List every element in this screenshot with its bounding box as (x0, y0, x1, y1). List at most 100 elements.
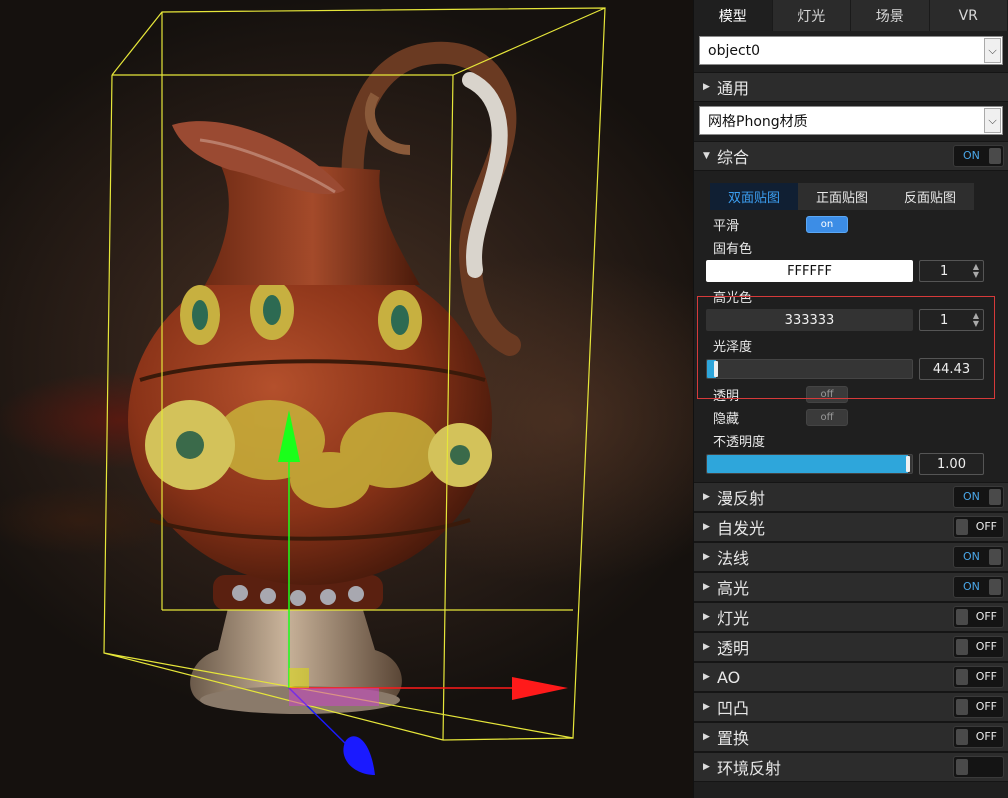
toggle-knob (956, 729, 968, 745)
specular-factor-input[interactable]: 1 ▲ ▼ (919, 309, 984, 331)
toggle-knob (956, 669, 968, 685)
section-ao[interactable]: ▶ AO OFF (694, 662, 1008, 692)
properties-panel: 模型 灯光 场景 VR object0 ⌵ ▶ 通用 网格Phong材质 ⌵ ▼… (693, 0, 1008, 798)
gloss-slider[interactable] (706, 359, 913, 379)
toggle-state: OFF (975, 520, 997, 533)
toggle-knob (956, 759, 968, 775)
toggle-knob (989, 148, 1001, 164)
composite-toggle[interactable]: ON (953, 145, 1004, 167)
section-composite[interactable]: ▼ 综合 ON (694, 141, 1008, 171)
subtab-back-side[interactable]: 反面贴图 (886, 183, 974, 210)
section-label: 凹凸 (717, 699, 750, 718)
main-tabs: 模型 灯光 场景 VR (694, 0, 1008, 31)
section-specular[interactable]: ▶ 高光 ON (694, 572, 1008, 602)
specular-color-row: 333333 1 ▲ ▼ (694, 308, 1008, 332)
specular-color-swatch[interactable]: 333333 (706, 309, 913, 331)
caret-right-icon: ▶ (703, 82, 710, 92)
section-bump[interactable]: ▶ 凹凸 OFF (694, 692, 1008, 722)
transparent-row: 透明 off (694, 383, 1008, 406)
gloss-row: 44.43 (694, 357, 1008, 381)
tab-light[interactable]: 灯光 (773, 0, 851, 31)
section-toggle[interactable]: OFF (953, 666, 1004, 688)
caret-right-icon: ▶ (703, 582, 710, 592)
section-toggle[interactable]: OFF (953, 696, 1004, 718)
gloss-slider-thumb[interactable] (714, 361, 718, 377)
opacity-slider[interactable] (706, 454, 913, 474)
caret-right-icon: ▶ (703, 642, 710, 652)
toggle-knob (989, 489, 1001, 505)
toggle-state: OFF (975, 670, 997, 683)
hidden-toggle[interactable]: off (806, 409, 848, 426)
opacity-slider-thumb[interactable] (906, 456, 910, 472)
caret-down-icon: ▼ (703, 151, 710, 161)
spinner-icon[interactable]: ▲ ▼ (973, 312, 979, 328)
specular-color-label-row: 高光色 (694, 285, 1008, 308)
3d-viewport[interactable] (0, 0, 693, 798)
section-toggle[interactable]: OFF (953, 516, 1004, 538)
composite-toggle-state: ON (963, 149, 980, 162)
section-toggle[interactable]: OFF (953, 636, 1004, 658)
section-normal[interactable]: ▶ 法线 ON (694, 542, 1008, 572)
material-select[interactable]: 网格Phong材质 ⌵ (699, 106, 1003, 135)
section-general[interactable]: ▶ 通用 (694, 72, 1008, 102)
caret-right-icon: ▶ (703, 702, 710, 712)
section-toggle[interactable] (953, 756, 1004, 778)
specular-factor-value: 1 (940, 312, 949, 328)
toggle-knob (989, 579, 1001, 595)
opacity-slider-fill (707, 455, 908, 473)
gloss-value-input[interactable]: 44.43 (919, 358, 984, 380)
section-toggle[interactable]: ON (953, 486, 1004, 508)
caret-right-icon: ▶ (703, 732, 710, 742)
caret-right-icon: ▶ (703, 762, 710, 772)
section-emissive[interactable]: ▶ 自发光 OFF (694, 512, 1008, 542)
section-label: 环境反射 (717, 759, 782, 778)
subtab-double-side[interactable]: 双面贴图 (710, 183, 798, 210)
spinner-icon[interactable]: ▲ ▼ (973, 263, 979, 279)
caret-right-icon: ▶ (703, 492, 710, 502)
toggle-state: OFF (975, 700, 997, 713)
material-select-value: 网格Phong材质 (708, 113, 808, 130)
toggle-knob (956, 639, 968, 655)
base-color-factor-input[interactable]: 1 ▲ ▼ (919, 260, 984, 282)
section-toggle[interactable]: ON (953, 546, 1004, 568)
section-general-label: 通用 (717, 79, 750, 98)
section-toggle[interactable]: OFF (953, 606, 1004, 628)
section-label: AO (717, 667, 741, 687)
transparent-toggle[interactable]: off (806, 386, 848, 403)
tab-model[interactable]: 模型 (694, 0, 773, 31)
hidden-row: 隐藏 off (694, 406, 1008, 429)
toggle-knob (956, 699, 968, 715)
section-toggle[interactable]: OFF (953, 726, 1004, 748)
smooth-toggle[interactable]: on (806, 216, 848, 233)
opacity-row: 1.00 (694, 452, 1008, 476)
section-light[interactable]: ▶ 灯光 OFF (694, 602, 1008, 632)
object-select-value: object0 (708, 42, 761, 59)
toggle-knob (956, 519, 968, 535)
section-label: 置换 (717, 729, 750, 748)
specular-color-label: 高光色 (713, 291, 753, 306)
section-env-reflection[interactable]: ▶ 环境反射 (694, 752, 1008, 782)
caret-right-icon: ▶ (703, 612, 710, 622)
section-label: 自发光 (717, 519, 766, 538)
section-transparency[interactable]: ▶ 透明 OFF (694, 632, 1008, 662)
subtab-front-side[interactable]: 正面贴图 (798, 183, 886, 210)
section-label: 透明 (717, 639, 750, 658)
smooth-label: 平滑 (713, 219, 740, 234)
gloss-label: 光泽度 (713, 340, 753, 355)
section-toggle[interactable]: ON (953, 576, 1004, 598)
opacity-label: 不透明度 (713, 435, 766, 450)
toggle-state: ON (963, 580, 980, 593)
object-select[interactable]: object0 ⌵ (699, 36, 1003, 65)
scene-canvas[interactable] (0, 0, 693, 798)
tab-vr[interactable]: VR (930, 0, 1008, 31)
base-color-label-row: 固有色 (694, 236, 1008, 259)
tab-scene[interactable]: 场景 (851, 0, 930, 31)
section-label: 法线 (717, 549, 750, 568)
jug-model[interactable] (128, 41, 521, 714)
chevron-down-icon: ⌵ (984, 38, 1001, 63)
section-diffuse[interactable]: ▶ 漫反射 ON (694, 482, 1008, 512)
base-color-swatch[interactable]: FFFFFF (706, 260, 913, 282)
section-displacement[interactable]: ▶ 置换 OFF (694, 722, 1008, 752)
opacity-value-input[interactable]: 1.00 (919, 453, 984, 475)
base-color-label: 固有色 (713, 242, 753, 257)
